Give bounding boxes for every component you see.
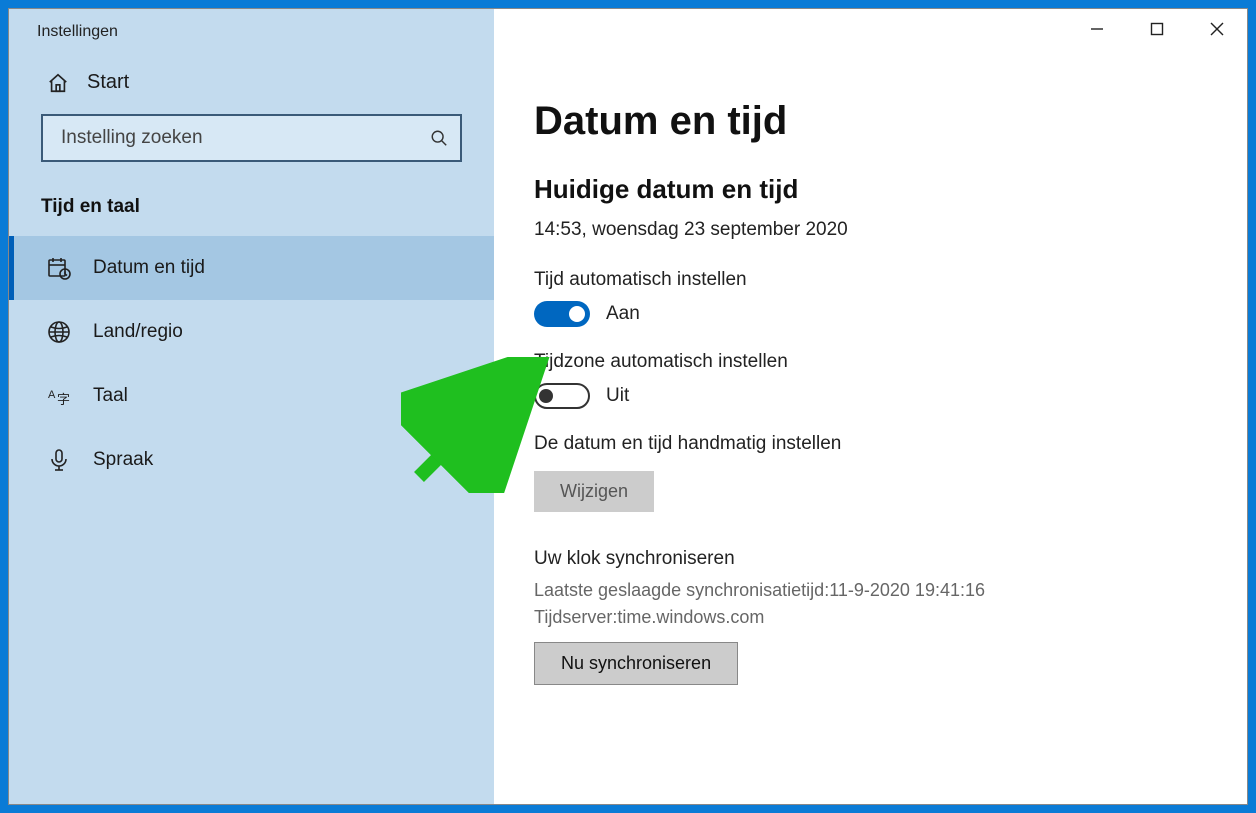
sync-now-button[interactable]: Nu synchroniseren [534,642,738,685]
sync-last: Laatste geslaagde synchronisatietijd:11-… [534,580,1207,601]
settings-window: Instellingen Start Tijd en taal [8,8,1248,805]
titlebar [9,9,1247,57]
maximize-button[interactable] [1127,9,1187,49]
auto-time-toggle[interactable] [534,301,590,327]
sync-server: Tijdserver:time.windows.com [534,607,1207,628]
svg-text:字: 字 [57,392,70,407]
sidebar-item-speech[interactable]: Spraak [9,428,494,492]
search-box[interactable] [41,114,462,162]
auto-tz-label: Tijdzone automatisch instellen [534,351,1207,373]
sidebar-item-label: Spraak [93,449,153,471]
svg-text:A: A [48,389,56,401]
section-title: Tijd en taal [9,174,494,236]
search-icon [430,129,448,147]
close-button[interactable] [1187,9,1247,49]
page-title: Datum en tijd [534,99,1207,144]
sidebar-item-label: Land/regio [93,321,183,343]
sidebar-item-label: Taal [93,385,128,407]
sidebar-item-region[interactable]: Land/regio [9,300,494,364]
change-button[interactable]: Wijzigen [534,471,654,512]
sidebar: Instellingen Start Tijd en taal [9,9,494,804]
auto-tz-state: Uit [606,385,629,407]
sidebar-item-date-time[interactable]: Datum en tijd [9,236,494,300]
home-button[interactable]: Start [9,55,494,106]
auto-time-state: Aan [606,303,640,325]
current-heading: Huidige datum en tijd [534,174,1207,205]
manual-label: De datum en tijd handmatig instellen [534,433,1207,455]
auto-tz-toggle[interactable] [534,383,590,409]
auto-time-label: Tijd automatisch instellen [534,269,1207,291]
search-input[interactable] [61,127,430,149]
microphone-icon [47,448,71,472]
sidebar-item-language[interactable]: A 字 Taal [9,364,494,428]
language-icon: A 字 [47,384,71,408]
minimize-button[interactable] [1067,9,1127,49]
sidebar-item-label: Datum en tijd [93,257,205,279]
home-icon [47,72,69,94]
main-content: Datum en tijd Huidige datum en tijd 14:5… [494,9,1247,804]
globe-icon [47,320,71,344]
home-label: Start [87,71,129,94]
current-datetime: 14:53, woensdag 23 september 2020 [534,219,1207,241]
calendar-clock-icon [47,256,71,280]
sync-heading: Uw klok synchroniseren [534,548,1207,570]
